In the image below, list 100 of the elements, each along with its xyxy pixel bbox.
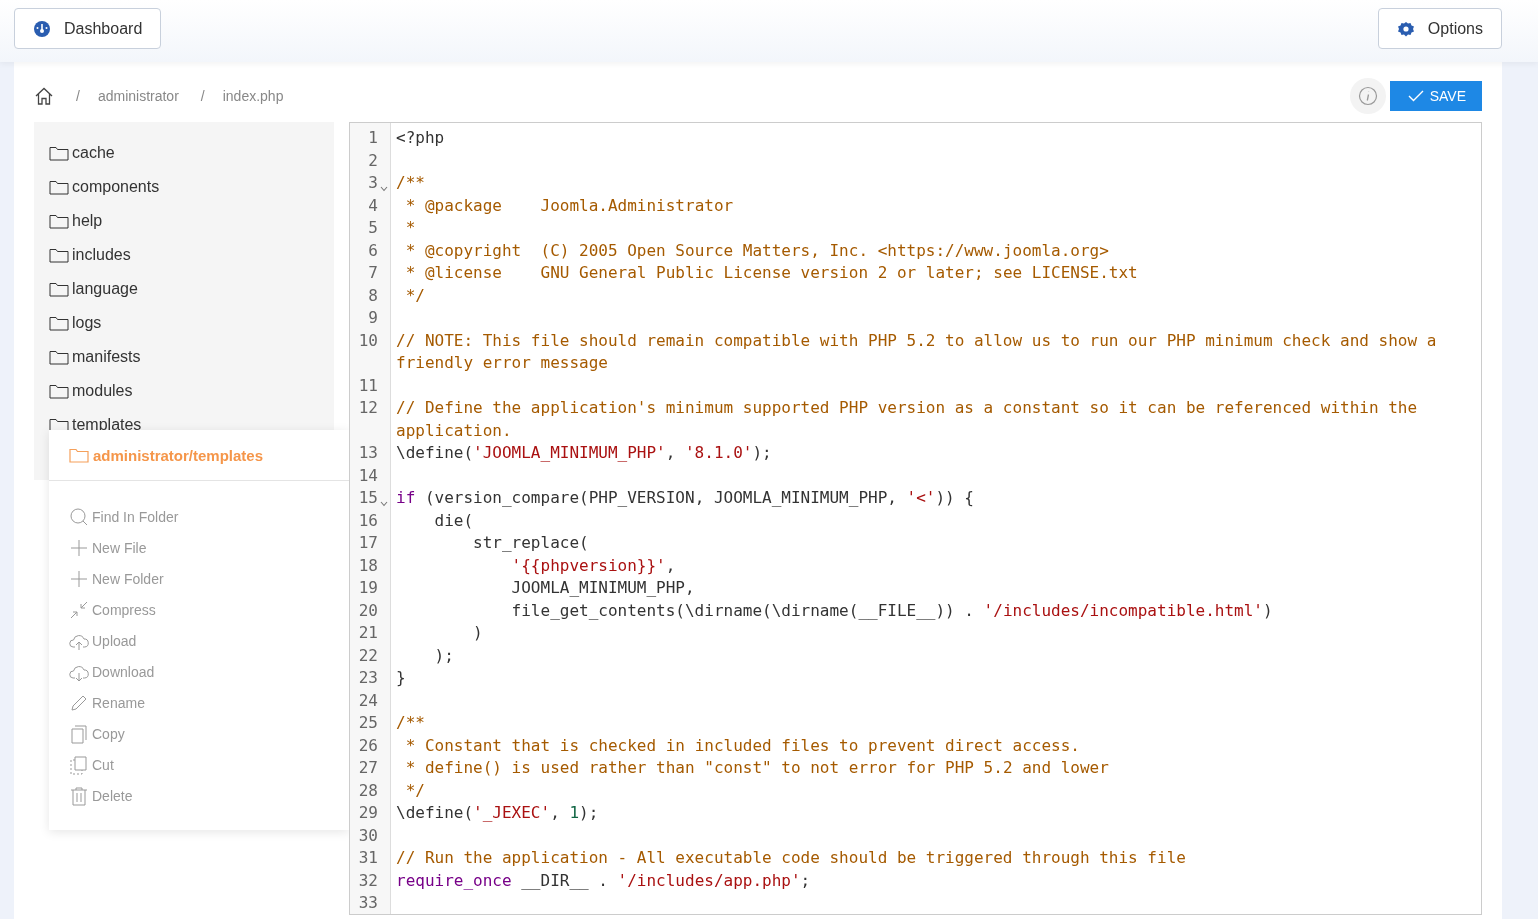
folder-icon [49,349,69,365]
code-line: '{{phpversion}}', [510,554,677,577]
line-number: 20 [358,599,378,622]
line-number: 29 [358,802,378,824]
line-number: 8 [368,284,378,307]
code-line: \define('_JEXEC', 1); [395,802,600,824]
code-line: * define() is used rather than "const" to not error for PHP 5.2 and lower [404,757,1110,779]
code-line: * @license GNU General Public License version 2 or later; see LICENSE.txt [404,262,1139,284]
line-number: 27 [358,757,378,779]
settings-icon [1396,19,1415,38]
line-number: 17 [358,532,378,554]
checkmark-icon [1407,90,1424,102]
save-button[interactable]: SAVE [1389,81,1482,111]
line-number: 28 [358,779,378,802]
line-number: 21 [358,622,378,644]
breadcrumb-link[interactable]: administrator [97,88,179,104]
folder-item[interactable]: components [34,170,334,204]
line-number: 32 [358,869,378,892]
code-line: // Run the application - All executable code should be triggered through this file [395,847,1187,869]
info-button[interactable] [1349,78,1386,114]
code-line: * [404,217,417,239]
folder-item[interactable]: manifests [34,340,334,374]
menu-item[interactable]: New File [49,532,349,563]
breadcrumb-separator: / [76,88,80,104]
code-line: * Constant that is checked in included files to prevent direct access. [404,734,1081,757]
menu-item[interactable]: Cut [49,749,349,780]
options-button[interactable]: Options [1377,8,1502,49]
folder-item[interactable]: includes [34,238,334,272]
code-line: if (version_compare(PHP_VERSION, JOOMLA_MINIMUM_PHP, '<')) { [395,487,975,509]
line-number: 24 [358,689,378,712]
code-line: require_once __DIR__ . '/includes/app.php'; [395,869,812,892]
line-number: 15 [358,487,378,509]
code-line: /** [395,712,426,734]
code-line: ); [433,644,455,667]
folder-icon [49,281,69,297]
breadcrumb-separator: / [200,88,205,104]
folder-path: administrator/templates [93,446,264,464]
code-line: str_replace( [472,532,590,554]
compress-icon [69,599,89,620]
folder-icon [49,213,69,229]
line-number: 14 [358,464,378,487]
info-icon[interactable] [1357,86,1378,106]
fold-caret-icon[interactable] [380,185,388,192]
folder-item[interactable]: help [34,204,334,238]
folder-item[interactable]: cache [34,136,334,170]
code-line: \define('JOOMLA_MINIMUM_PHP', '8.1.0'); [395,442,773,464]
folder-item[interactable]: logs [34,306,334,340]
code-line: ) [472,622,484,644]
code-line: */ [404,284,426,307]
line-number: 1 [368,127,378,149]
folder-item[interactable]: language [34,272,334,306]
folder-icon [49,315,69,331]
line-number: 26 [358,734,378,757]
code-editor[interactable] [349,122,1482,915]
dashboard-button[interactable]: Dashboard [14,8,162,49]
code-line: file_get_contents(\dirname(\dirname(__FILE__)) . '/includes/incompatible.html') [510,599,1274,622]
folder-icon [69,447,89,463]
code-line: die( [433,509,475,532]
line-number: 11 [358,374,378,397]
line-number: 2 [368,149,378,172]
home-icon[interactable] [34,86,54,106]
folder-icon [49,145,69,161]
code-line: // NOTE: This file should remain compatible with PHP 5.2 to allow us to run our PHP minimum check and show a friendly error message [395,329,1438,374]
line-number: 30 [358,824,378,847]
code-line: * @copyright (C) 2005 Open Source Matters, Inc. <https://www.joomla.org> [404,239,1110,262]
line-number: 23 [358,667,378,689]
folder-item[interactable]: modules [34,374,334,408]
line-number: 18 [358,554,378,577]
breadcrumb-link[interactable]: index.php [222,88,284,104]
code-line: * @package Joomla.Administrator [404,194,735,217]
line-number: 7 [368,262,378,284]
menu-item[interactable]: Rename [49,687,349,718]
menu-item[interactable]: Copy [49,718,349,749]
line-number: 10 [358,329,378,352]
code-line: } [395,667,407,689]
fold-caret-icon[interactable] [380,500,388,507]
menu-item[interactable]: New Folder [49,563,349,594]
line-number: 4 [368,194,378,217]
code-line: // Define the application's minimum supported PHP version as a constant so it can be referenced within the application. [395,397,1419,442]
plus-icon [69,568,89,589]
code-line: /** [395,172,426,194]
code-line: <?php [395,127,446,149]
menu-item[interactable]: Delete [49,780,349,811]
line-number: 22 [358,644,378,667]
line-number: 9 [368,307,378,329]
search-icon [69,506,89,527]
menu-item[interactable]: Compress [49,594,349,625]
line-number: 25 [358,712,378,734]
cut-icon [69,754,89,775]
line-number: 5 [368,217,378,239]
code-line: JOOMLA_MINIMUM_PHP, [510,577,696,599]
code-line: */ [404,779,426,802]
line-number: 31 [358,847,378,869]
line-number: 13 [358,442,378,464]
menu-item[interactable]: Upload [49,625,349,656]
menu-item[interactable]: Find In Folder [49,501,349,532]
copy-icon [69,723,89,744]
gauge-icon [33,19,51,38]
menu-item[interactable]: Download [49,656,349,687]
line-number: 19 [358,577,378,599]
